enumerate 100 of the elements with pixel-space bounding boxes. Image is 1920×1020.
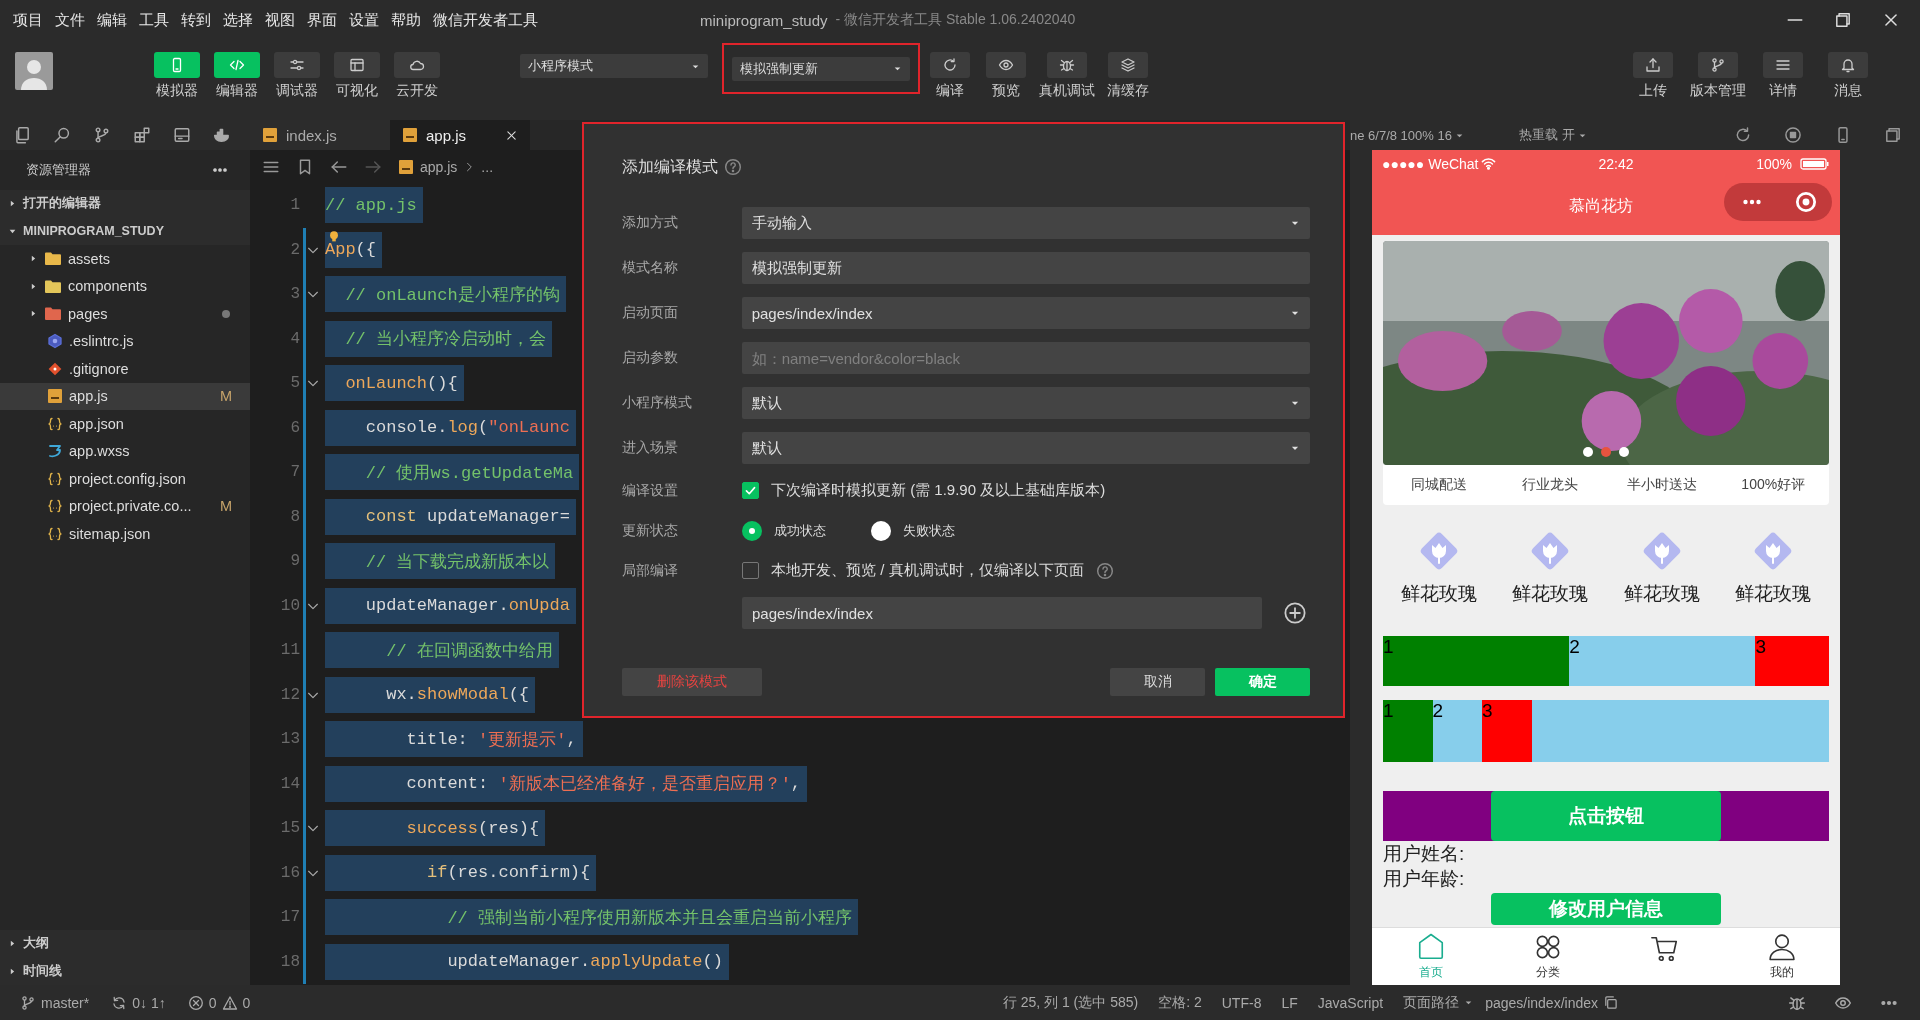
search-icon[interactable] (53, 126, 71, 144)
branch-icon[interactable] (93, 126, 111, 144)
toolbar-button[interactable] (986, 52, 1026, 78)
toolbar-label: 预览 (992, 82, 1020, 100)
breadcrumb[interactable]: app.js (420, 158, 458, 175)
menu-item[interactable]: 微信开发者工具 (433, 10, 538, 30)
lightbulb-icon[interactable] (327, 229, 341, 244)
help-icon[interactable] (724, 158, 742, 176)
carousel-dot[interactable] (1619, 447, 1629, 457)
file-item[interactable]: components (0, 272, 250, 300)
language-mode[interactable]: JavaScript (1317, 994, 1384, 1011)
page-field[interactable]: pages/index/index (742, 597, 1262, 629)
file-item[interactable]: pages (0, 300, 250, 328)
device-dropdown[interactable]: ne 6/7/8 100% 16 (1350, 127, 1464, 143)
sliders-icon (289, 57, 305, 73)
code-icon (229, 57, 245, 73)
toolbar-label: 可视化 (336, 82, 378, 100)
text-field[interactable]: 如：name=vendor&color=black (741, 342, 1310, 374)
copy-icon[interactable] (1603, 995, 1618, 1010)
toolbar-button[interactable] (1827, 52, 1868, 78)
encoding[interactable]: UTF-8 (1221, 994, 1262, 1011)
file-item[interactable]: project.config.json (0, 465, 250, 493)
indent-setting[interactable]: 空格: 2 (1158, 993, 1202, 1012)
menu-item[interactable]: 界面 (307, 10, 337, 30)
dropdown[interactable]: 默认 (741, 387, 1310, 419)
mode-dropdown[interactable]: 小程序模式 (520, 54, 708, 78)
checkbox[interactable] (742, 482, 759, 499)
close-icon[interactable] (1882, 11, 1900, 29)
window-icon[interactable] (173, 126, 191, 144)
toolbar-button[interactable] (1108, 52, 1148, 78)
file-item[interactable]: app.wxss (0, 437, 250, 465)
cancel-button[interactable]: 取消 (1110, 668, 1205, 696)
file-item[interactable]: assets (0, 245, 250, 273)
toolbar-button[interactable] (930, 52, 970, 78)
toggle-button[interactable] (334, 52, 380, 78)
section-header[interactable]: 打开的编辑器 (0, 190, 250, 218)
hot-reload-dropdown[interactable]: 热重载 开 (1518, 126, 1587, 144)
text-field[interactable]: 模拟强制更新 (741, 252, 1310, 284)
menu-item[interactable]: 设置 (349, 10, 379, 30)
compile-dropdown[interactable]: 模拟强制更新 (732, 56, 910, 81)
menu-item[interactable]: 文件 (55, 10, 85, 30)
file-item[interactable]: sitemap.json (0, 520, 250, 548)
dropdown[interactable]: 默认 (741, 432, 1310, 464)
collapsed-icon (29, 254, 38, 264)
extensions-icon[interactable] (133, 126, 151, 144)
section-header[interactable]: 大纲 (0, 930, 250, 958)
dropdown[interactable]: pages/index/index (741, 297, 1310, 329)
help-icon (1095, 561, 1114, 580)
section-header[interactable]: 时间线 (0, 957, 250, 985)
file-item[interactable]: project.private.co... M (0, 492, 250, 520)
toggle-button[interactable] (154, 52, 200, 78)
toggle-button[interactable] (214, 52, 260, 78)
editor-tab[interactable]: index.js (250, 120, 390, 150)
dropdown[interactable]: 手动输入 (741, 207, 1310, 239)
section-header[interactable]: MINIPROGRAM_STUDY (0, 217, 250, 245)
file-item[interactable]: .gitignore (0, 355, 250, 383)
add-icon[interactable] (1284, 602, 1306, 624)
checkbox[interactable] (742, 562, 759, 579)
menu-item[interactable]: 选择 (223, 10, 253, 30)
maximize-icon[interactable] (1834, 11, 1852, 29)
toggle-button[interactable] (274, 52, 320, 78)
editor-tab[interactable]: app.js (390, 120, 530, 150)
sync-status[interactable]: 0↓ 1↑ (111, 994, 166, 1011)
toolbar-button[interactable] (1697, 52, 1738, 78)
menu-icon (1774, 57, 1791, 73)
problems-status[interactable]: 0 0 (187, 994, 251, 1011)
menu-item[interactable]: 帮助 (391, 10, 421, 30)
capsule-menu[interactable] (1724, 183, 1832, 221)
files-icon[interactable] (13, 126, 31, 144)
carousel-dot[interactable] (1583, 447, 1593, 457)
menu-item[interactable]: 编辑 (97, 10, 127, 30)
breadcrumb[interactable]: ... (481, 158, 494, 175)
tab-bar-item[interactable]: 我的 (1723, 928, 1840, 985)
stop-icon[interactable] (1784, 126, 1802, 144)
menu-item[interactable]: 转到 (181, 10, 211, 30)
radio-button[interactable] (742, 520, 762, 541)
feature-label: 半小时送达 (1625, 476, 1698, 494)
menu-item[interactable]: 视图 (265, 10, 295, 30)
line-ending[interactable]: LF (1281, 994, 1298, 1011)
toolbar-button[interactable] (1047, 52, 1087, 78)
radio-button[interactable] (871, 520, 891, 541)
toggle-button[interactable] (394, 52, 440, 78)
page-path-dropdown[interactable]: 页面路径 (1403, 993, 1474, 1012)
toolbar-button[interactable] (1762, 52, 1803, 78)
tab-bar-item[interactable]: 分类 (1489, 928, 1606, 985)
refresh-icon[interactable] (1734, 126, 1752, 144)
window-icon[interactable] (1884, 126, 1902, 144)
git-branch[interactable]: master* (20, 994, 90, 1011)
file-item[interactable]: app.json (0, 410, 250, 438)
menu-item[interactable]: 工具 (139, 10, 169, 30)
file-item[interactable]: app.js M (0, 382, 250, 410)
target-icon[interactable] (1795, 191, 1817, 213)
close-icon[interactable] (505, 128, 518, 142)
whale-icon[interactable] (213, 126, 231, 144)
file-item[interactable]: .eslintrc.js (0, 327, 250, 355)
toolbar-button[interactable] (1632, 52, 1673, 78)
carousel-dot[interactable] (1601, 447, 1611, 457)
cursor-position[interactable]: 行 25, 列 1 (选中 585) (1002, 993, 1139, 1012)
menu-item[interactable]: 项目 (13, 10, 43, 30)
flex-block: 1 (1383, 700, 1433, 762)
